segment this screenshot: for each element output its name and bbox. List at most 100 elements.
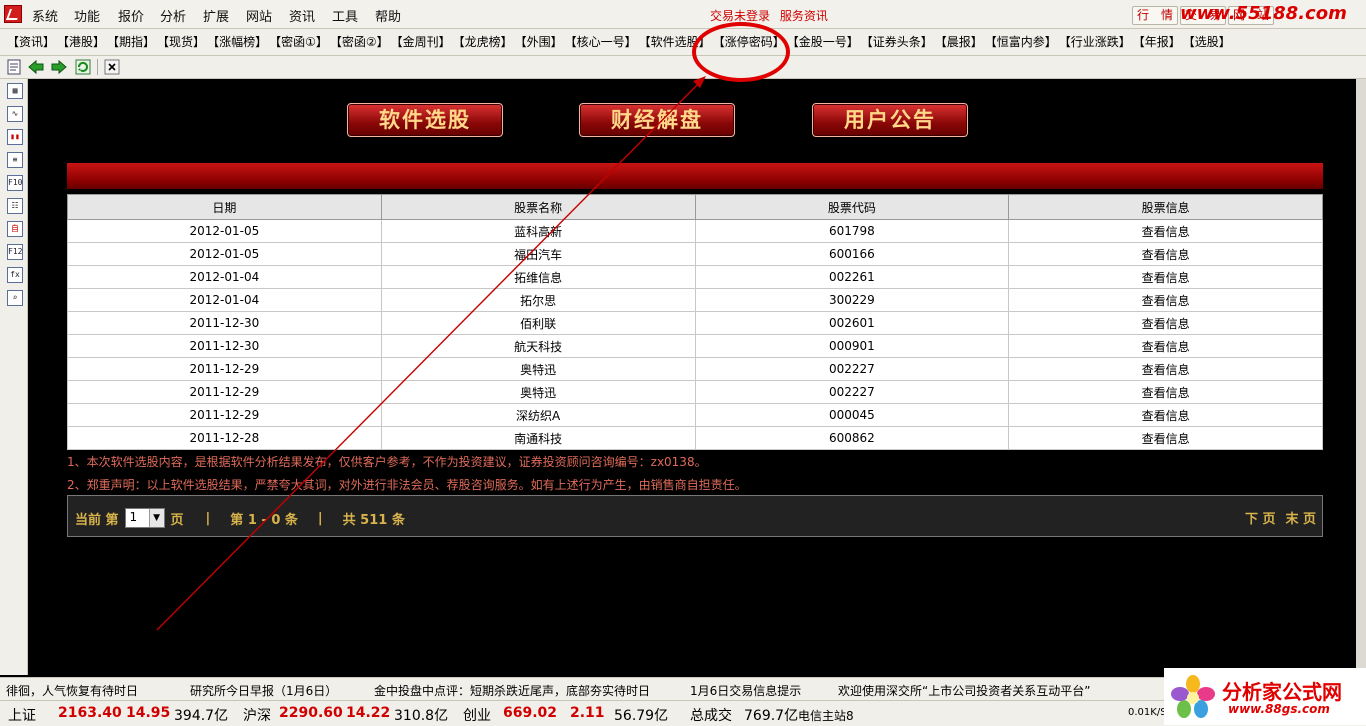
software-picks-button[interactable]: 软件选股 [347, 103, 503, 137]
hs-index-value: 2290.60 [279, 705, 343, 721]
report-icon[interactable]: ☷ [7, 198, 23, 214]
vertical-scrollbar[interactable] [1356, 79, 1366, 675]
close-icon[interactable] [104, 59, 120, 75]
f12-icon[interactable]: F12 [7, 244, 23, 260]
tab-industry-moves[interactable]: 【行业涨跌】 [1058, 33, 1132, 50]
tab-index-futures[interactable]: 【期指】 [106, 33, 156, 50]
tab-morning-report[interactable]: 【晨报】 [934, 33, 984, 50]
ticker-item[interactable]: 研究所今日早报（1月6日） [190, 682, 337, 699]
cell-view-info[interactable]: 查看信息 [1008, 426, 1323, 450]
tab-gold-weekly[interactable]: 【金周刊】 [390, 33, 452, 50]
trade-login-link[interactable]: 交易未登录 [710, 9, 770, 23]
ticker-item[interactable]: 1月6日交易信息提示 [690, 682, 801, 699]
menu-function[interactable]: 功能 [74, 6, 100, 25]
menu-help[interactable]: 帮助 [375, 6, 401, 25]
menu-analysis[interactable]: 分析 [160, 6, 186, 25]
tab-core-one[interactable]: 【核心一号】 [564, 33, 638, 50]
cell-view-info[interactable]: 查看信息 [1008, 265, 1323, 289]
chevron-down-icon[interactable]: ▼ [148, 509, 164, 527]
cell-view-info[interactable]: 查看信息 [1008, 242, 1323, 266]
market-analysis-button[interactable]: 财经解盘 [579, 103, 735, 137]
cy-index-label: 创业 [463, 708, 491, 724]
cell-stock-name: 奥特迅 [380, 380, 696, 404]
cell-view-info[interactable]: 查看信息 [1008, 288, 1323, 312]
brand-url: www.88gs.com [1228, 702, 1330, 716]
cell-stock-code: 000901 [694, 334, 1010, 358]
tab-limit-up-code[interactable]: 【涨停密码】 [712, 33, 786, 50]
app-logo-icon[interactable] [4, 5, 22, 23]
tab-quotes[interactable]: 行 情 [1132, 6, 1178, 25]
menu-website[interactable]: 网站 [246, 6, 272, 25]
cell-stock-code: 002227 [694, 380, 1010, 404]
menu-system[interactable]: 系统 [32, 6, 58, 25]
f10-icon[interactable]: F10 [7, 175, 23, 191]
tab-external[interactable]: 【外围】 [514, 33, 564, 50]
header-date: 日期 [67, 194, 382, 220]
tab-spot[interactable]: 【现货】 [156, 33, 206, 50]
cell-stock-code: 000045 [694, 403, 1010, 427]
next-page-link[interactable]: 下 页 [1245, 508, 1276, 527]
cell-stock-name: 航天科技 [380, 334, 696, 358]
ticker-item[interactable]: 金中投盘中点评：短期杀跌近尾声，底部夯实待时日 [374, 682, 650, 699]
search-icon[interactable]: ⌕ [7, 290, 23, 306]
table-row: 2012-01-04 拓尔思 300229 查看信息 [67, 288, 1323, 312]
table-row: 2012-01-05 蓝科高新 601798 查看信息 [67, 219, 1323, 243]
cell-view-info[interactable]: 查看信息 [1008, 380, 1323, 404]
tab-secret-1[interactable]: 【密函①】 [268, 33, 329, 50]
menu-news[interactable]: 资讯 [289, 6, 315, 25]
back-arrow-icon[interactable] [28, 59, 44, 75]
formula-icon[interactable]: fx [7, 267, 23, 283]
tab-secret-2[interactable]: 【密函②】 [329, 33, 390, 50]
tab-gold-stock-one[interactable]: 【金股一号】 [786, 33, 860, 50]
hs-index-label: 沪深 [243, 708, 271, 724]
sh-index-change: 14.95 [126, 705, 171, 721]
user-notice-button[interactable]: 用户公告 [812, 103, 968, 137]
cell-view-info[interactable]: 查看信息 [1008, 357, 1323, 381]
disclaimer-1: 1、本次软件选股内容，是根据软件分析结果发布，仅供客户参考，不作为投资建议，证券… [67, 455, 707, 469]
total-volume-amount: 769.7亿 [744, 708, 799, 724]
refresh-icon[interactable] [75, 59, 91, 75]
site-watermark: www.55188.com [1180, 3, 1347, 24]
tab-software-picks[interactable]: 【软件选股】 [638, 33, 712, 50]
line-chart-icon[interactable]: ∿ [7, 106, 23, 122]
tab-stock-picker[interactable]: 【选股】 [1182, 33, 1232, 50]
tab-hengfu-insider[interactable]: 【恒富内参】 [984, 33, 1058, 50]
candlestick-icon[interactable]: ▮▮ [7, 129, 23, 145]
cell-date: 2011-12-29 [67, 380, 382, 404]
custom-icon[interactable]: 自 [7, 221, 23, 237]
cell-stock-name: 蓝科高新 [380, 219, 696, 243]
table-row: 2011-12-29 奥特迅 002227 查看信息 [67, 357, 1323, 381]
tab-gainers[interactable]: 【涨幅榜】 [206, 33, 268, 50]
grid-view-icon[interactable]: ▦ [7, 83, 23, 99]
server-label[interactable]: 电信主站8 [798, 707, 854, 724]
ticker-item[interactable]: 欢迎使用深交所“上市公司投资者关系互动平台” [838, 682, 1090, 699]
sh-index-value: 2163.40 [58, 705, 122, 721]
toolbar [0, 56, 1366, 79]
menu-quote[interactable]: 报价 [118, 6, 144, 25]
page-select[interactable]: 1 ▼ [124, 508, 165, 528]
cell-view-info[interactable]: 查看信息 [1008, 403, 1323, 427]
tab-hk-stocks[interactable]: 【港股】 [56, 33, 106, 50]
menu-tools[interactable]: 工具 [332, 6, 358, 25]
cell-date: 2011-12-30 [67, 334, 382, 358]
service-news-link[interactable]: 服务资讯 [780, 9, 828, 23]
flower-logo-icon [1171, 675, 1215, 718]
table-row: 2011-12-28 南通科技 600862 查看信息 [67, 426, 1323, 450]
menu-extend[interactable]: 扩展 [203, 6, 229, 25]
cell-stock-code: 600862 [694, 426, 1010, 450]
tab-dragon-tiger[interactable]: 【龙虎榜】 [452, 33, 514, 50]
cell-view-info[interactable]: 查看信息 [1008, 311, 1323, 335]
tab-news[interactable]: 【资讯】 [6, 33, 56, 50]
list-icon[interactable]: ≡ [7, 152, 23, 168]
cell-view-info[interactable]: 查看信息 [1008, 219, 1323, 243]
info-tabs: 【资讯】 【港股】 【期指】 【现货】 【涨幅榜】 【密函①】 【密函②】 【金… [6, 33, 1232, 50]
forward-arrow-icon[interactable] [51, 59, 67, 75]
content-area: 软件选股 财经解盘 用户公告 日期 股票名称 股票代码 股票信息 2012-01… [28, 79, 1356, 675]
page-icon[interactable] [6, 59, 22, 75]
cell-date: 2011-12-29 [67, 403, 382, 427]
last-page-link[interactable]: 末 页 [1285, 508, 1316, 527]
tab-securities-headlines[interactable]: 【证券头条】 [860, 33, 934, 50]
ticker-item[interactable]: 徘徊，人气恢复有待时日 [6, 682, 138, 699]
cell-view-info[interactable]: 查看信息 [1008, 334, 1323, 358]
tab-annual-report[interactable]: 【年报】 [1132, 33, 1182, 50]
